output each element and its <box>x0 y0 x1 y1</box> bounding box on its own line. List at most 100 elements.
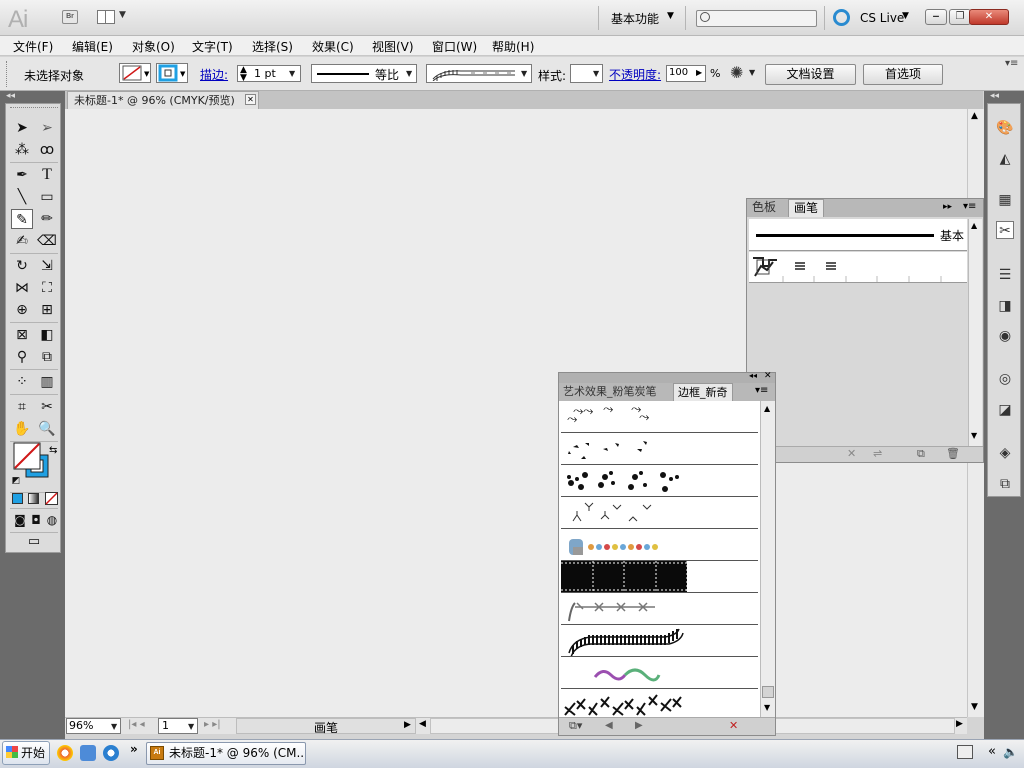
panel-menu-icon[interactable]: ▾≡ <box>963 201 976 212</box>
draw-inside-icon[interactable]: ◍ <box>41 510 63 530</box>
status-display[interactable]: 画笔 ▶ <box>236 718 416 735</box>
selection-tool-icon[interactable]: ➤ <box>11 118 33 138</box>
eraser-tool-icon[interactable]: ⌫ <box>36 231 58 251</box>
stroke-swatch[interactable]: ▼ <box>156 63 188 83</box>
explorer-icon[interactable] <box>80 745 96 761</box>
workspace-switcher[interactable]: 基本功能 <box>611 10 659 27</box>
menu-object[interactable]: 对象(O) <box>132 38 175 55</box>
stroke-weight-input[interactable]: ▲ ▼ 1 pt ▼ <box>237 65 301 83</box>
scroll-down-icon[interactable]: ▼ <box>764 703 770 712</box>
collapse-panel-icon[interactable]: ◂◂ <box>6 91 15 101</box>
scroll-left-icon[interactable]: ◀ <box>419 719 426 729</box>
slice-tool-icon[interactable]: ✂ <box>36 397 58 417</box>
document-setup-button[interactable]: 文档设置 <box>765 64 856 85</box>
tray-expand-icon[interactable]: « <box>988 744 996 759</box>
scroll-up-icon[interactable]: ▲ <box>971 111 978 121</box>
magic-wand-tool-icon[interactable]: ⁂ <box>11 140 33 160</box>
list-item-stitch-cross[interactable] <box>561 689 758 717</box>
menu-file[interactable]: 文件(F) <box>13 38 53 55</box>
mesh-tool-icon[interactable]: ⊠ <box>11 325 33 345</box>
scroll-up-icon[interactable]: ▲ <box>971 221 977 230</box>
list-item-paw-prints[interactable] <box>561 465 758 497</box>
menu-window[interactable]: 窗口(W) <box>432 38 477 55</box>
cs-live-menu[interactable]: CS Live <box>860 11 904 25</box>
menu-help[interactable]: 帮助(H) <box>492 38 534 55</box>
screen-mode-icon[interactable]: ▭ <box>23 532 45 552</box>
scroll-up-icon[interactable]: ▲ <box>764 404 770 413</box>
chrome-icon[interactable] <box>57 745 73 761</box>
remove-stroke-icon[interactable]: ✕ <box>847 447 856 460</box>
volume-icon[interactable]: 🔈 <box>1003 745 1018 759</box>
menu-view[interactable]: 视图(V) <box>372 38 414 55</box>
list-item-wave-ribbon[interactable] <box>561 657 758 689</box>
symbol-sprayer-tool-icon[interactable]: ⁘ <box>11 372 33 392</box>
pattern-brush-row[interactable] <box>749 252 967 283</box>
minimize-button[interactable]: ‒ <box>925 9 947 25</box>
tab-border-novelty[interactable]: 边框_新奇 <box>673 383 733 401</box>
appearance-panel-icon[interactable]: ◎ <box>996 370 1014 388</box>
basic-brush-row[interactable]: 基本 <box>749 219 967 251</box>
list-item-small-tracks[interactable] <box>561 433 758 465</box>
blend-tool-icon[interactable]: ⧉ <box>36 347 58 367</box>
rotate-tool-icon[interactable]: ↻ <box>11 256 33 276</box>
artboards-panel-icon[interactable]: ⧉ <box>996 475 1014 493</box>
preferences-button[interactable]: 首选项 <box>863 64 943 85</box>
graphic-styles-icon[interactable]: ◪ <box>996 401 1014 419</box>
library-scrollbar[interactable]: ▲ ▼ <box>760 401 775 717</box>
color-mode-icon[interactable] <box>12 493 23 504</box>
chevron-down-icon[interactable]: ▼ <box>188 722 194 731</box>
search-input[interactable] <box>696 10 817 27</box>
brush-definition[interactable]: ▼ <box>426 64 532 83</box>
cs-live-icon[interactable] <box>833 9 850 26</box>
chevron-down-icon[interactable]: ▼ <box>667 11 674 21</box>
swatches-panel-icon[interactable]: ▦ <box>996 191 1014 209</box>
restore-button[interactable]: ❐ <box>949 9 971 25</box>
no-brush-icon[interactable]: ✕ <box>729 719 738 732</box>
library-titlebar[interactable]: ◂◂ ✕ <box>559 371 775 383</box>
list-item-flower-chain[interactable] <box>561 529 758 561</box>
hand-tool-icon[interactable]: ✋ <box>11 419 33 439</box>
delete-brush-icon[interactable]: 🗑 <box>946 447 960 460</box>
collapse-icon[interactable]: ◂◂ <box>749 371 757 380</box>
keyboard-tray-icon[interactable] <box>957 745 973 759</box>
variable-width-profile[interactable]: 等比 ▼ <box>311 64 417 83</box>
chevron-down-icon[interactable]: ▼ <box>749 68 755 77</box>
brushes-scrollbar[interactable]: ▲ ▼ <box>968 219 982 446</box>
line-tool-icon[interactable]: ╲ <box>11 187 33 207</box>
graphic-style-picker[interactable]: ▼ <box>570 64 603 83</box>
stroke-label[interactable]: 描边: <box>200 66 228 83</box>
arrange-documents-icon[interactable] <box>97 10 115 24</box>
chevron-down-icon[interactable]: ▼ <box>111 722 117 731</box>
brushes-panel-header[interactable]: 色板 画笔 ▸▸ ▾≡ <box>747 199 983 217</box>
perspective-grid-tool-icon[interactable]: ⊞ <box>36 300 58 320</box>
scroll-right-icon[interactable]: ▶ <box>956 719 963 729</box>
gradient-mode-icon[interactable] <box>28 493 39 504</box>
tab-swatches[interactable]: 色板 <box>747 199 781 217</box>
transparency-panel-icon[interactable]: ◉ <box>996 327 1014 345</box>
pencil-tool-icon[interactable]: ✏ <box>36 209 58 229</box>
chevron-right-icon[interactable]: ▶ <box>404 720 411 730</box>
chevron-down-icon[interactable]: ▼ <box>521 69 527 78</box>
tab-brushes[interactable]: 画笔 <box>788 199 825 217</box>
menu-effect[interactable]: 效果(C) <box>312 38 354 55</box>
type-tool-icon[interactable]: T <box>36 165 58 185</box>
default-colors-icon[interactable]: ◩ <box>10 475 22 487</box>
list-item-film-strip[interactable] <box>561 561 758 593</box>
taskbar-item-illustrator[interactable]: 未标题-1* @ 96% (CM... <box>146 742 306 765</box>
column-graph-tool-icon[interactable]: ▥ <box>36 372 58 392</box>
width-tool-icon[interactable]: ⋈ <box>11 278 33 298</box>
zoom-input[interactable]: 96% ▼ <box>66 718 121 734</box>
opacity-label[interactable]: 不透明度: <box>609 66 661 83</box>
tab-art-chalk-charcoal[interactable]: 艺术效果_粉笔炭笔 <box>559 383 661 401</box>
gradient-panel-icon[interactable]: ◨ <box>996 297 1014 315</box>
scroll-thumb[interactable] <box>762 686 774 698</box>
brushes-panel-icon[interactable]: ✂ <box>996 221 1014 239</box>
list-item-railroad-track[interactable] <box>561 625 758 657</box>
chevron-right-icon[interactable]: ▶ <box>696 68 702 77</box>
new-brush-icon[interactable]: ⧉ <box>917 447 925 461</box>
artboard-number-input[interactable]: 1 ▼ <box>158 718 198 734</box>
collapse-icon[interactable]: ▸▸ <box>943 202 952 212</box>
library-menu-icon[interactable]: ⧉▾ <box>569 719 582 733</box>
free-transform-tool-icon[interactable]: ⛶ <box>36 278 58 298</box>
pen-tool-icon[interactable]: ✒ <box>11 165 33 185</box>
